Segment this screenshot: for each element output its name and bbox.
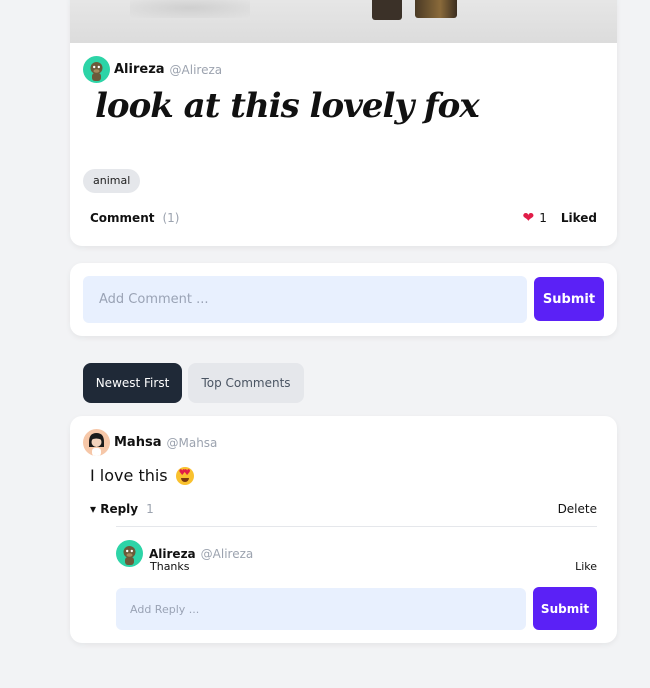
reply-toggle[interactable]: ▾ Reply — [90, 502, 138, 516]
comment-button[interactable]: Comment — [90, 211, 154, 225]
author-name[interactable]: Alireza — [114, 62, 165, 77]
ape-avatar-icon[interactable] — [116, 540, 143, 567]
comment-body: I love this — [90, 466, 194, 485]
comment-count: (1) — [162, 211, 180, 225]
comment-author: Mahsa @Mahsa — [83, 429, 217, 456]
post-image — [70, 0, 617, 43]
heart-eyes-emoji-icon — [175, 466, 194, 485]
post-card: Alireza @Alireza look at this lovely fox… — [70, 0, 617, 246]
reply-submit-button[interactable]: Submit — [533, 587, 597, 630]
author-handle: @Alireza — [169, 62, 223, 77]
ape-avatar-icon[interactable] — [83, 56, 110, 83]
add-comment-card: Submit — [70, 263, 617, 336]
image-detail — [372, 0, 402, 20]
author-handle: @Alireza — [200, 546, 254, 561]
author-name[interactable]: Mahsa — [114, 435, 161, 450]
post-title: look at this lovely fox — [95, 86, 480, 126]
reply-text: Thanks — [150, 560, 190, 573]
reply-input[interactable] — [116, 588, 526, 630]
comment-submit-button[interactable]: Submit — [534, 277, 604, 321]
comment-input[interactable] — [83, 276, 527, 323]
heart-icon[interactable]: ❤ — [522, 211, 534, 225]
divider — [116, 526, 597, 527]
like-button[interactable]: Like — [575, 560, 597, 573]
author-name[interactable]: Alireza — [149, 547, 196, 561]
tag-chip[interactable]: animal — [83, 169, 141, 193]
tab-top-comments[interactable]: Top Comments — [188, 363, 304, 403]
reply-count: 1 — [146, 502, 154, 516]
image-detail — [130, 0, 250, 18]
tab-newest-first[interactable]: Newest First — [83, 363, 182, 403]
reply-row: ▾ Reply 1 Delete — [90, 501, 597, 517]
comment-card: Mahsa @Mahsa I love this ▾ Reply 1 Delet… — [70, 416, 617, 643]
post-author: Alireza @Alireza — [83, 56, 222, 83]
woman-avatar-icon[interactable] — [83, 429, 110, 456]
liked-button[interactable]: Liked — [561, 211, 597, 225]
image-detail — [415, 0, 457, 18]
delete-button[interactable]: Delete — [558, 502, 597, 516]
like-count: 1 — [539, 211, 547, 225]
comment-text: I love this — [90, 466, 168, 485]
author-handle: @Mahsa — [166, 435, 218, 450]
post-actions: Comment (1) ❤ 1 Liked — [90, 209, 597, 227]
